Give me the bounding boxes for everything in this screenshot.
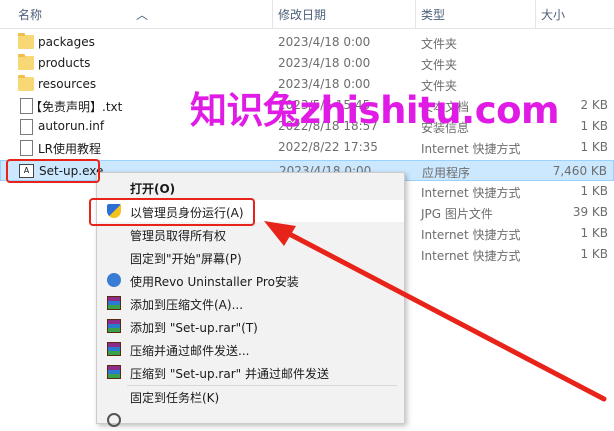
red-arrow-icon xyxy=(264,221,607,402)
